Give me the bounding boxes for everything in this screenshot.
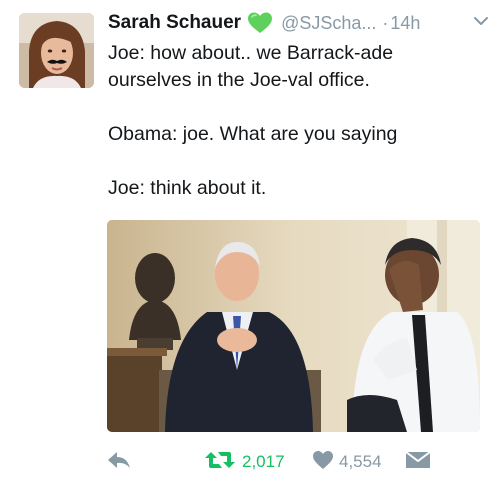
tweet-text-line: Obama: joe. What are you saying [108,123,398,145]
timestamp[interactable]: 14h [390,13,420,34]
like-button[interactable]: 4,554 [312,447,382,477]
direct-message-button[interactable] [405,447,431,477]
envelope-icon [405,450,431,475]
retweet-icon [203,449,237,476]
tweet-card[interactable]: Sarah Schauer @SJScha... · 14h Joe: how … [0,0,500,486]
display-name[interactable]: Sarah Schauer [108,12,241,34]
reply-icon [106,449,132,476]
heart-icon [312,450,334,475]
chevron-down-icon[interactable] [473,14,489,32]
retweet-button[interactable]: 2,017 [203,447,285,477]
like-count: 4,554 [339,452,382,471]
tweet-actions: 2,017 4,554 [0,447,500,477]
tweet-text-line: Joe: think about it. [108,177,267,199]
green-heart-icon [247,11,273,35]
tweet-header: Sarah Schauer @SJScha... · 14h [108,10,420,36]
avatar[interactable] [19,13,94,88]
reply-button[interactable] [106,447,132,477]
user-handle[interactable]: @SJScha... [281,13,376,34]
separator-dot: · [382,12,389,33]
retweet-count: 2,017 [242,452,285,471]
tweet-photo[interactable] [107,220,480,432]
tweet-text-line: ourselves in the Joe-val office. [108,69,370,91]
tweet-text: Joe: how about.. we Barrack-ade ourselve… [108,40,493,202]
tweet-text-line: Joe: how about.. we Barrack-ade [108,42,394,64]
